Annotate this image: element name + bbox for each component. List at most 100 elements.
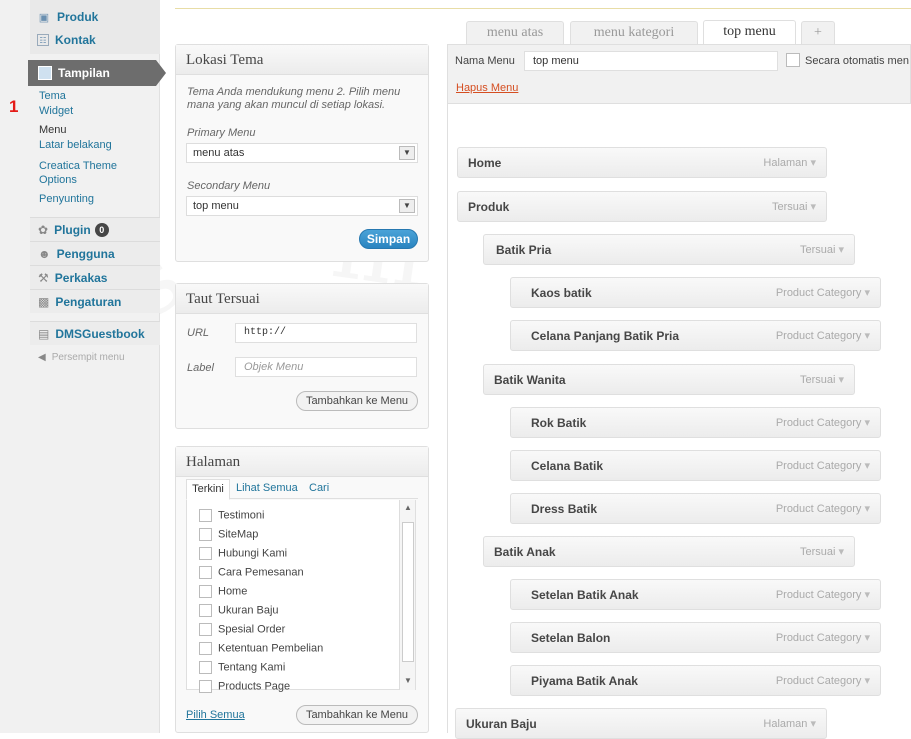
nav-kontak[interactable]: ☷ Kontak	[30, 29, 160, 51]
menu-item-title: Batik Pria	[496, 242, 552, 257]
checkbox[interactable]	[199, 528, 212, 541]
nav-pengguna[interactable]: ☻ Pengguna	[30, 241, 160, 265]
checkbox[interactable]	[199, 566, 212, 579]
tab-terkini[interactable]: Terkini	[186, 479, 230, 500]
menu-item[interactable]: Batik Pria Tersuai	[483, 234, 855, 265]
menu-item-type[interactable]: Tersuai	[800, 243, 844, 256]
tab-lihat-semua[interactable]: Lihat Semua	[236, 482, 298, 494]
tab-menu-atas[interactable]: menu atas	[466, 21, 564, 44]
list-item[interactable]: Ukuran Baju	[199, 604, 279, 617]
menu-item-title: Setelan Batik Anak	[531, 587, 639, 602]
menu-item-type[interactable]: Halaman	[763, 717, 816, 730]
scroll-up-icon[interactable]: ▲	[404, 503, 412, 512]
menu-item[interactable]: Kaos batik Product Category	[510, 277, 881, 308]
tab-top-menu[interactable]: top menu	[703, 20, 796, 44]
scroll-thumb[interactable]	[402, 522, 414, 662]
menu-item-type[interactable]: Halaman	[763, 156, 816, 169]
scroll-down-icon[interactable]: ▼	[404, 676, 412, 685]
menu-item-type[interactable]: Product Category	[776, 416, 870, 429]
checkbox[interactable]	[199, 642, 212, 655]
checkbox[interactable]	[199, 509, 212, 522]
list-item[interactable]: Hubungi Kami	[199, 547, 287, 560]
menu-item[interactable]: Batik Wanita Tersuai	[483, 364, 855, 395]
checkbox[interactable]	[199, 585, 212, 598]
add-custom-link-button[interactable]: Tambahkan ke Menu	[296, 391, 418, 411]
menu-item-title: Rok Batik	[531, 415, 587, 430]
page-label: Spesial Order	[218, 623, 286, 636]
submenu-latar-belakang[interactable]: Latar belakang	[39, 139, 112, 152]
menu-item-type[interactable]: Product Category	[776, 631, 870, 644]
add-pages-button[interactable]: Tambahkan ke Menu	[296, 705, 418, 725]
list-item[interactable]: SiteMap	[199, 528, 258, 541]
nav-pengguna-label: Pengguna	[56, 246, 115, 261]
menu-item[interactable]: Celana Panjang Batik Pria Product Categor…	[510, 320, 881, 351]
page-label: Home	[218, 585, 248, 598]
menu-item-type[interactable]: Product Category	[776, 674, 870, 687]
nav-pengaturan[interactable]: ▩ Pengaturan	[30, 289, 160, 313]
menu-item-type[interactable]: Product Category	[776, 286, 870, 299]
menu-name-label: Nama Menu	[455, 55, 515, 67]
menu-item-type[interactable]: Tersuai	[772, 200, 816, 213]
menu-name-input[interactable]: top menu	[524, 51, 778, 71]
menu-item-type[interactable]: Product Category	[776, 459, 870, 472]
collapse-menu[interactable]: ◀ Persempit menu	[30, 345, 160, 369]
primary-menu-value: menu atas	[193, 147, 245, 159]
list-item[interactable]: Testimoni	[199, 509, 264, 522]
checkbox[interactable]	[199, 623, 212, 636]
menu-item-title: Setelan Balon	[531, 630, 611, 645]
submenu-creatica-theme[interactable]: Creatica Theme	[39, 160, 117, 173]
menu-item[interactable]: Piyama Batik Anak Product Category	[510, 665, 881, 696]
nav-produk[interactable]: ▣ Produk	[30, 6, 160, 28]
add-menu-tab[interactable]: +	[801, 21, 835, 44]
submenu-tema[interactable]: Tema	[39, 90, 66, 103]
pages-scrollbar[interactable]: ▲ ▼	[399, 500, 415, 690]
nav-dmsguestbook[interactable]: ▤ DMSGuestbook	[30, 321, 160, 345]
top-notice-line	[175, 8, 911, 9]
tab-cari[interactable]: Cari	[309, 482, 329, 494]
list-item[interactable]: Ketentuan Pembelian	[199, 642, 323, 655]
menu-item-type[interactable]: Product Category	[776, 329, 870, 342]
menu-item[interactable]: Dress Batik Product Category	[510, 493, 881, 524]
nav-tampilan[interactable]: Tampilan	[28, 60, 166, 86]
menu-item[interactable]: Celana Batik Product Category	[510, 450, 881, 481]
secondary-menu-select[interactable]: top menu ▼	[186, 196, 418, 216]
label-label: Label	[187, 362, 214, 374]
select-all-link[interactable]: Pilih Semua	[186, 709, 245, 721]
menu-item[interactable]: Home Halaman	[457, 147, 827, 178]
submenu-options[interactable]: Options	[39, 174, 77, 187]
nav-tampilan-label: Tampilan	[58, 66, 110, 80]
checkbox[interactable]	[199, 661, 212, 674]
pages-title: Halaman	[176, 447, 428, 477]
url-input[interactable]: http://	[235, 323, 417, 343]
delete-menu-link[interactable]: Hapus Menu	[456, 82, 518, 94]
list-item[interactable]: Cara Pemesanan	[199, 566, 304, 579]
menu-item-type[interactable]: Tersuai	[800, 373, 844, 386]
menu-item-type[interactable]: Tersuai	[800, 545, 844, 558]
label-input[interactable]: Objek Menu	[235, 357, 417, 377]
submenu-widget[interactable]: Widget	[39, 105, 73, 118]
checkbox[interactable]	[199, 680, 212, 693]
menu-item[interactable]: Setelan Balon Product Category	[510, 622, 881, 653]
tab-menu-kategori[interactable]: menu kategori	[570, 21, 698, 44]
nav-plugin[interactable]: ✿ Plugin 0	[30, 217, 160, 241]
menu-item[interactable]: Produk Tersuai	[457, 191, 827, 222]
nav-produk-label: Produk	[57, 10, 99, 24]
menu-item[interactable]: Batik Anak Tersuai	[483, 536, 855, 567]
menu-item-type[interactable]: Product Category	[776, 588, 870, 601]
list-item[interactable]: Tentang Kami	[199, 661, 285, 674]
checkbox[interactable]	[199, 604, 212, 617]
submenu-menu[interactable]: Menu	[39, 124, 67, 137]
primary-menu-select[interactable]: menu atas ▼	[186, 143, 418, 163]
menu-item[interactable]: Setelan Batik Anak Product Category	[510, 579, 881, 610]
menu-item-type[interactable]: Product Category	[776, 502, 870, 515]
menu-item[interactable]: Ukuran Baju Halaman	[455, 708, 827, 739]
save-locations-button[interactable]: Simpan	[359, 229, 418, 249]
list-item[interactable]: Home	[199, 585, 247, 598]
list-item[interactable]: Spesial Order	[199, 623, 285, 636]
auto-add-checkbox[interactable]	[786, 53, 800, 67]
checkbox[interactable]	[199, 547, 212, 560]
menu-item[interactable]: Rok Batik Product Category	[510, 407, 881, 438]
submenu-penyunting[interactable]: Penyunting	[39, 193, 94, 206]
nav-perkakas[interactable]: ⚒ Perkakas	[30, 265, 160, 289]
list-item[interactable]: Products Page	[199, 680, 290, 693]
